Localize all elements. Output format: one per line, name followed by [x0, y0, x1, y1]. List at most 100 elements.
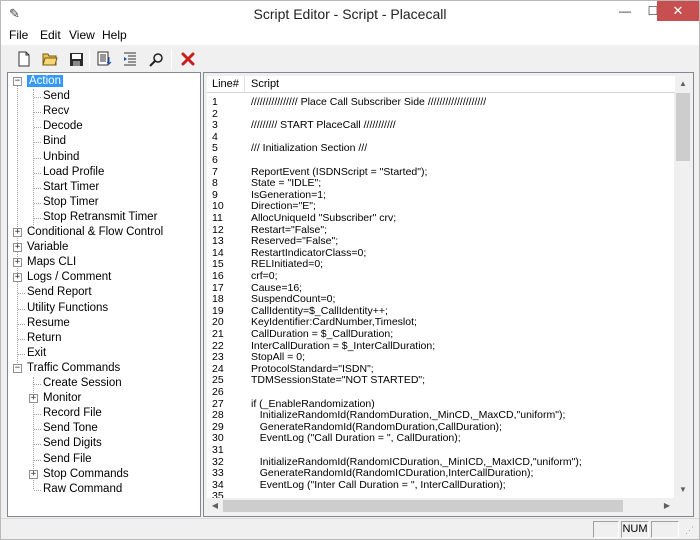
title-bar[interactable]: ✎ Script Editor - Script - Placecall — ☐… [1, 1, 699, 27]
tree-item[interactable]: + Variable [13, 240, 68, 255]
new-file-button[interactable] [13, 48, 35, 70]
code-line[interactable]: 8 State = "IDLE"; [207, 177, 674, 189]
code-line[interactable]: 24 ProtocolStandard="ISDN"; [207, 363, 674, 375]
export-button[interactable] [94, 48, 116, 70]
tree-item[interactable]: Record File [43, 406, 102, 421]
code-line[interactable]: 30 EventLog ("Call Duration = ", CallDur… [207, 432, 674, 444]
code-line[interactable]: 25 TDMSessionState="NOT STARTED"; [207, 374, 674, 386]
code-line[interactable]: 34 EventLog ("Inter Call Duration = ", I… [207, 479, 674, 491]
tree-item[interactable]: + Maps CLI [13, 255, 76, 270]
code-line[interactable]: 28 InitializeRandomId(RandomDuration,_Mi… [207, 409, 674, 421]
menu-file[interactable]: File [9, 28, 28, 42]
scroll-right-icon[interactable]: ▶ [659, 498, 675, 514]
code-line[interactable]: 32 InitializeRandomId(RandomICDuration,_… [207, 456, 674, 468]
vertical-scroll-thumb[interactable] [676, 93, 690, 161]
collapse-icon[interactable]: − [13, 363, 22, 373]
code-line[interactable]: 14 RestartIndicatorClass=0; [207, 247, 674, 259]
tree-item[interactable]: Unbind [43, 150, 79, 165]
tree-item[interactable]: Send Report [27, 285, 92, 300]
code-line[interactable]: 2 [207, 108, 674, 120]
code-line[interactable]: 5 /// Initialization Section /// [207, 142, 674, 154]
code-line[interactable]: 31 [207, 444, 674, 456]
code-line[interactable]: 33 GenerateRandomId(RandomICDuration,Int… [207, 467, 674, 479]
script-header[interactable]: Script [247, 76, 279, 92]
code-line[interactable]: 9 IsGeneration=1; [207, 189, 674, 201]
code-line[interactable]: 18 SuspendCount=0; [207, 293, 674, 305]
code-line[interactable]: 23 StopAll = 0; [207, 351, 674, 363]
tree-item[interactable]: Stop Timer [43, 195, 99, 210]
code-line[interactable]: 4 [207, 131, 674, 143]
tree-item[interactable]: Send Digits [43, 436, 102, 451]
tree-item[interactable]: Exit [27, 346, 46, 361]
code-line[interactable]: 27 if (_EnableRandomization) [207, 398, 674, 410]
code-area[interactable]: 1 //////////////// Place Call Subscriber … [207, 93, 674, 498]
code-line[interactable]: 12 Restart="False"; [207, 224, 674, 236]
menu-help[interactable]: Help [102, 28, 127, 42]
horizontal-scroll-thumb[interactable] [223, 500, 623, 512]
tree-item[interactable]: + Monitor [29, 391, 81, 406]
tree-item[interactable]: Return [27, 331, 62, 346]
expand-icon[interactable]: + [29, 469, 38, 479]
code-line[interactable]: 10 Direction="E"; [207, 200, 674, 212]
tree-item[interactable]: Load Profile [43, 165, 104, 180]
code-line[interactable]: 16 crf=0; [207, 270, 674, 282]
tree-item-label: Decode [43, 120, 83, 133]
code-line[interactable]: 35 [207, 490, 674, 498]
tree-item[interactable]: Bind [43, 134, 66, 149]
code-line[interactable]: 6 [207, 154, 674, 166]
tree-item[interactable]: + Stop Commands [29, 467, 129, 482]
tree-item[interactable]: Raw Command [43, 482, 122, 497]
tree-item[interactable]: + Conditional & Flow Control [13, 225, 163, 240]
code-line[interactable]: 21 CallDuration = $_CallDuration; [207, 328, 674, 340]
save-button[interactable] [65, 48, 87, 70]
delete-button[interactable] [177, 48, 199, 70]
code-line[interactable]: 11 AllocUniqueId "Subscriber" crv; [207, 212, 674, 224]
find-button[interactable] [145, 48, 167, 70]
expand-icon[interactable]: + [13, 273, 22, 283]
code-line[interactable]: 17 Cause=16; [207, 282, 674, 294]
tree-item[interactable]: Send [43, 89, 70, 104]
resize-grip-icon[interactable]: ⋰ [685, 525, 694, 536]
code-line[interactable]: 26 [207, 386, 674, 398]
scroll-left-icon[interactable]: ◀ [207, 498, 223, 514]
close-button[interactable]: ✕ [657, 1, 699, 21]
tree-item[interactable]: Utility Functions [27, 301, 108, 316]
code-line[interactable]: 19 CallIdentity=$_CallIdentity++; [207, 305, 674, 317]
tree-item[interactable]: Start Timer [43, 180, 99, 195]
tree-item[interactable]: Send File [43, 452, 92, 467]
code-line[interactable]: 20 KeyIdentifier:CardNumber,Timeslot; [207, 316, 674, 328]
tree-item[interactable]: Send Tone [43, 421, 98, 436]
tree-item[interactable]: Create Session [43, 376, 122, 391]
scroll-up-icon[interactable]: ▲ [675, 76, 691, 92]
tree-item[interactable]: − Traffic Commands [13, 361, 120, 376]
command-tree[interactable]: − Action Send Recv Decode Bind Unbind Load Prof… [7, 72, 201, 517]
menu-edit[interactable]: Edit [40, 28, 61, 42]
expand-icon[interactable]: + [13, 228, 22, 237]
collapse-icon[interactable]: − [13, 77, 22, 86]
scroll-down-icon[interactable]: ▼ [675, 482, 691, 498]
expand-icon[interactable]: + [13, 243, 22, 253]
indent-button[interactable] [119, 48, 141, 70]
menu-view[interactable]: View [69, 28, 95, 42]
open-button[interactable] [39, 48, 61, 70]
expand-icon[interactable]: + [13, 258, 22, 268]
code-line[interactable]: 13 Reserved="False"; [207, 235, 674, 247]
code-line[interactable]: 3 ///////// START PlaceCall /////////// [207, 119, 674, 131]
tree-item[interactable]: + Logs / Comment [13, 270, 112, 285]
tree-item[interactable]: Resume [27, 316, 70, 331]
tree-item[interactable]: Decode [43, 119, 83, 134]
code-line[interactable]: 22 InterCallDuration = $_InterCallDuratio… [207, 340, 674, 352]
minimize-button[interactable]: — [611, 1, 639, 21]
code-line[interactable]: 7 ReportEvent (ISDNScript = "Started"); [207, 166, 674, 178]
code-line[interactable]: 15 RELInitiated=0; [207, 258, 674, 270]
expand-icon[interactable]: + [29, 394, 38, 404]
horizontal-scrollbar[interactable]: ◀ ▶ [207, 498, 675, 514]
tree-item[interactable]: − Action [13, 74, 63, 89]
tree-item[interactable]: Stop Retransmit Timer [43, 210, 157, 225]
line-number-header[interactable]: Line# [207, 76, 245, 92]
code-line[interactable]: 29 GenerateRandomId(RandomDuration,CallD… [207, 421, 674, 433]
vertical-scrollbar[interactable]: ▲ ▼ [675, 76, 691, 498]
tree-item[interactable]: Recv [43, 104, 69, 119]
tree-item-label: Logs / Comment [27, 271, 112, 284]
code-line[interactable]: 1 //////////////// Place Call Subscriber … [207, 96, 674, 108]
